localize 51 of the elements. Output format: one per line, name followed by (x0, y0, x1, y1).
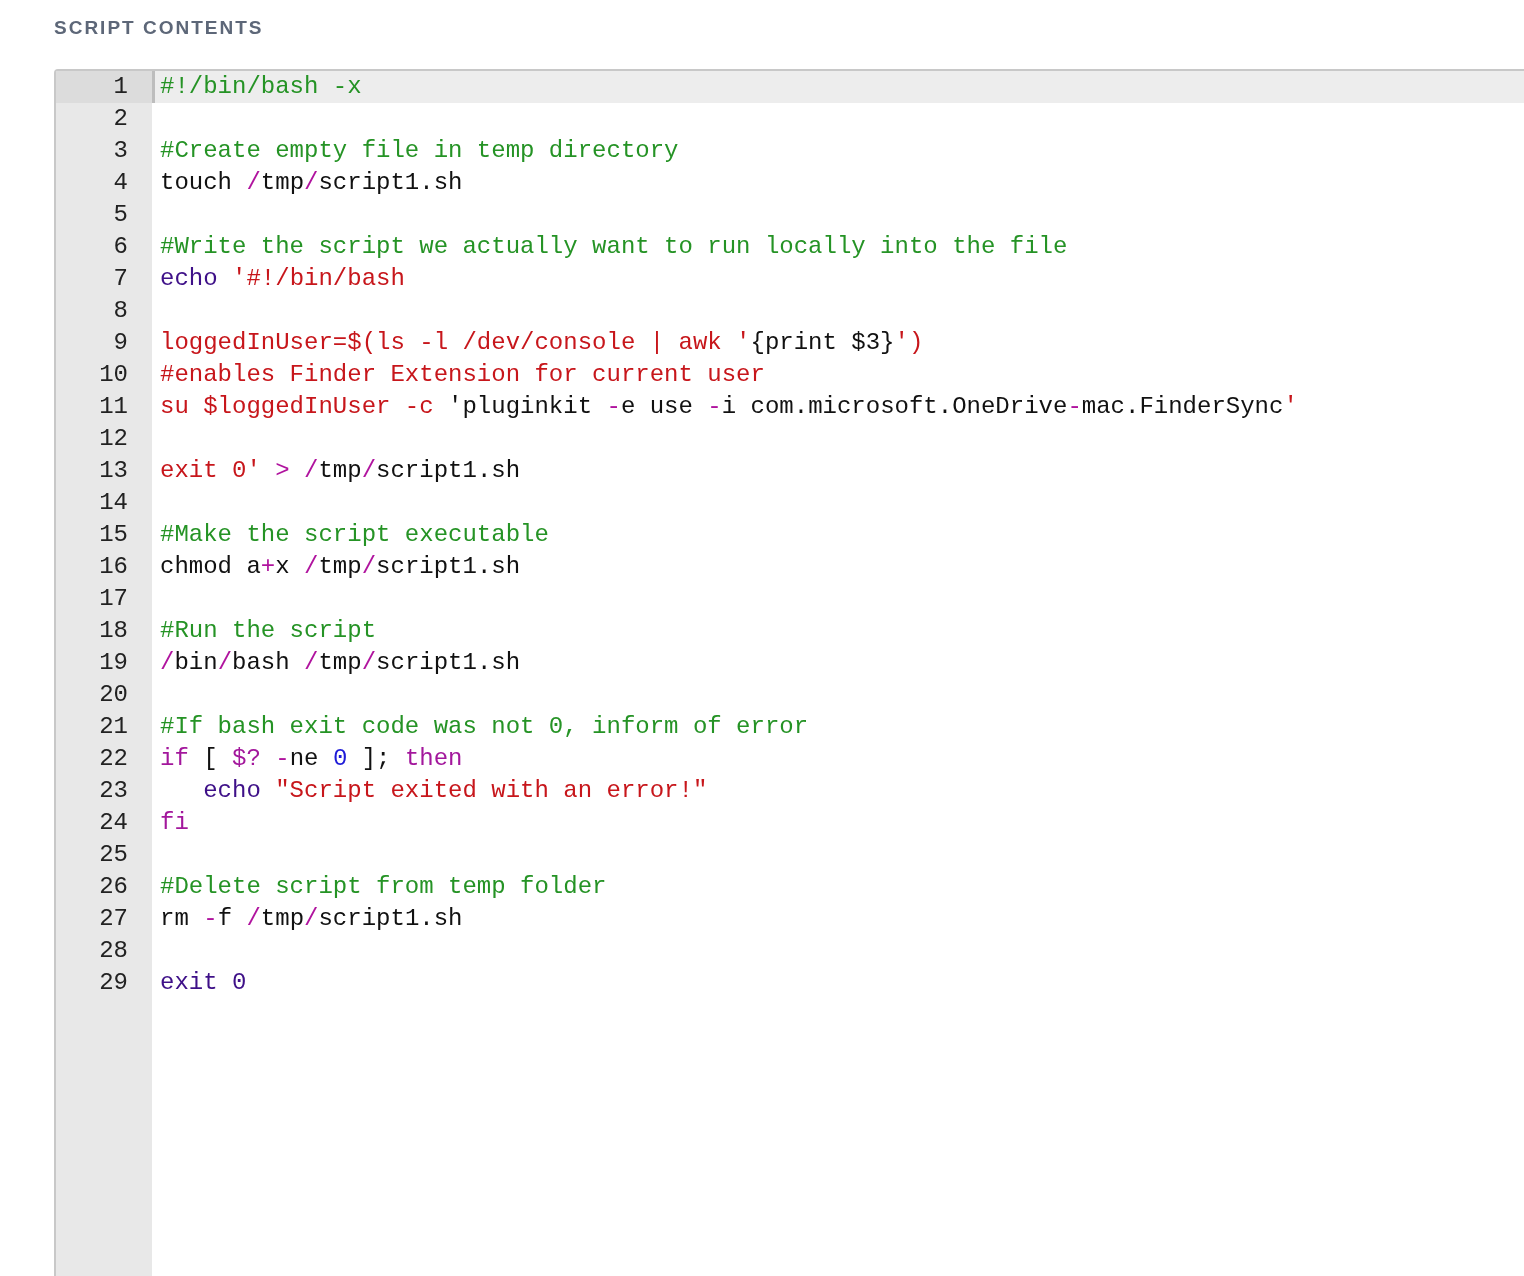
code-line: echo "Script exited with an error!" (202, 776, 708, 806)
line-number: 4 (113, 168, 128, 198)
line-number: 28 (99, 936, 128, 966)
code-editor[interactable] (54, 69, 1524, 1276)
code-line: #If bash exit code was not 0, inform of error (160, 712, 809, 742)
code-line: #Make the script executable (160, 520, 549, 550)
line-number: 23 (99, 776, 128, 806)
line-number: 21 (99, 712, 128, 742)
line-number: 14 (99, 488, 128, 518)
line-number: 26 (99, 872, 128, 902)
line-number: 6 (113, 232, 128, 262)
code-line: #enables Finder Extension for current user (160, 360, 765, 390)
line-number: 7 (113, 264, 128, 294)
code-line: #!/bin/bash -x (160, 72, 362, 102)
code-line: exit 0 (160, 968, 247, 998)
code-line: su $loggedInUser -c 'pluginkit -e use -i com.microsoft.OneDrive-mac.FinderSync' (160, 392, 1298, 422)
line-number: 13 (99, 456, 128, 486)
code-line: /bin/bash /tmp/script1.sh (160, 648, 521, 678)
line-number: 8 (113, 296, 128, 326)
line-number: 25 (99, 840, 128, 870)
code-line: #Delete script from temp folder (160, 872, 607, 902)
code-line: if [ $? -ne 0 ]; then (160, 744, 463, 774)
code-line: #Write the script we actually want to run locally into the file (160, 232, 1068, 262)
line-number: 22 (99, 744, 128, 774)
line-number: 12 (99, 424, 128, 454)
code-line: chmod a+x /tmp/script1.sh (160, 552, 521, 582)
line-number: 24 (99, 808, 128, 838)
line-number: 17 (99, 584, 128, 614)
line-number: 29 (99, 968, 128, 998)
line-number: 2 (113, 104, 128, 134)
line-number: 10 (99, 360, 128, 390)
line-number: 27 (99, 904, 128, 934)
line-number: 15 (99, 520, 128, 550)
line-number: 11 (99, 392, 128, 422)
code-line: rm -f /tmp/script1.sh (160, 904, 463, 934)
code-line: exit 0' > /tmp/script1.sh (160, 456, 521, 486)
code-line: touch /tmp/script1.sh (160, 168, 463, 198)
line-number: 5 (113, 200, 128, 230)
line-number: 3 (113, 136, 128, 166)
section-title: SCRIPT CONTENTS (54, 16, 265, 40)
line-number: 19 (99, 648, 128, 678)
code-line: #Create empty file in temp directory (160, 136, 679, 166)
line-number: 20 (99, 680, 128, 710)
line-number: 16 (99, 552, 128, 582)
code-line: loggedInUser=$(ls -l /dev/console | awk '{print $3}') (160, 328, 924, 358)
code-line: echo '#!/bin/bash (160, 264, 405, 294)
line-number: 1 (113, 72, 128, 102)
line-number: 18 (99, 616, 128, 646)
code-line: fi (160, 808, 189, 838)
code-line: #Run the script (160, 616, 377, 646)
line-number: 9 (113, 328, 128, 358)
